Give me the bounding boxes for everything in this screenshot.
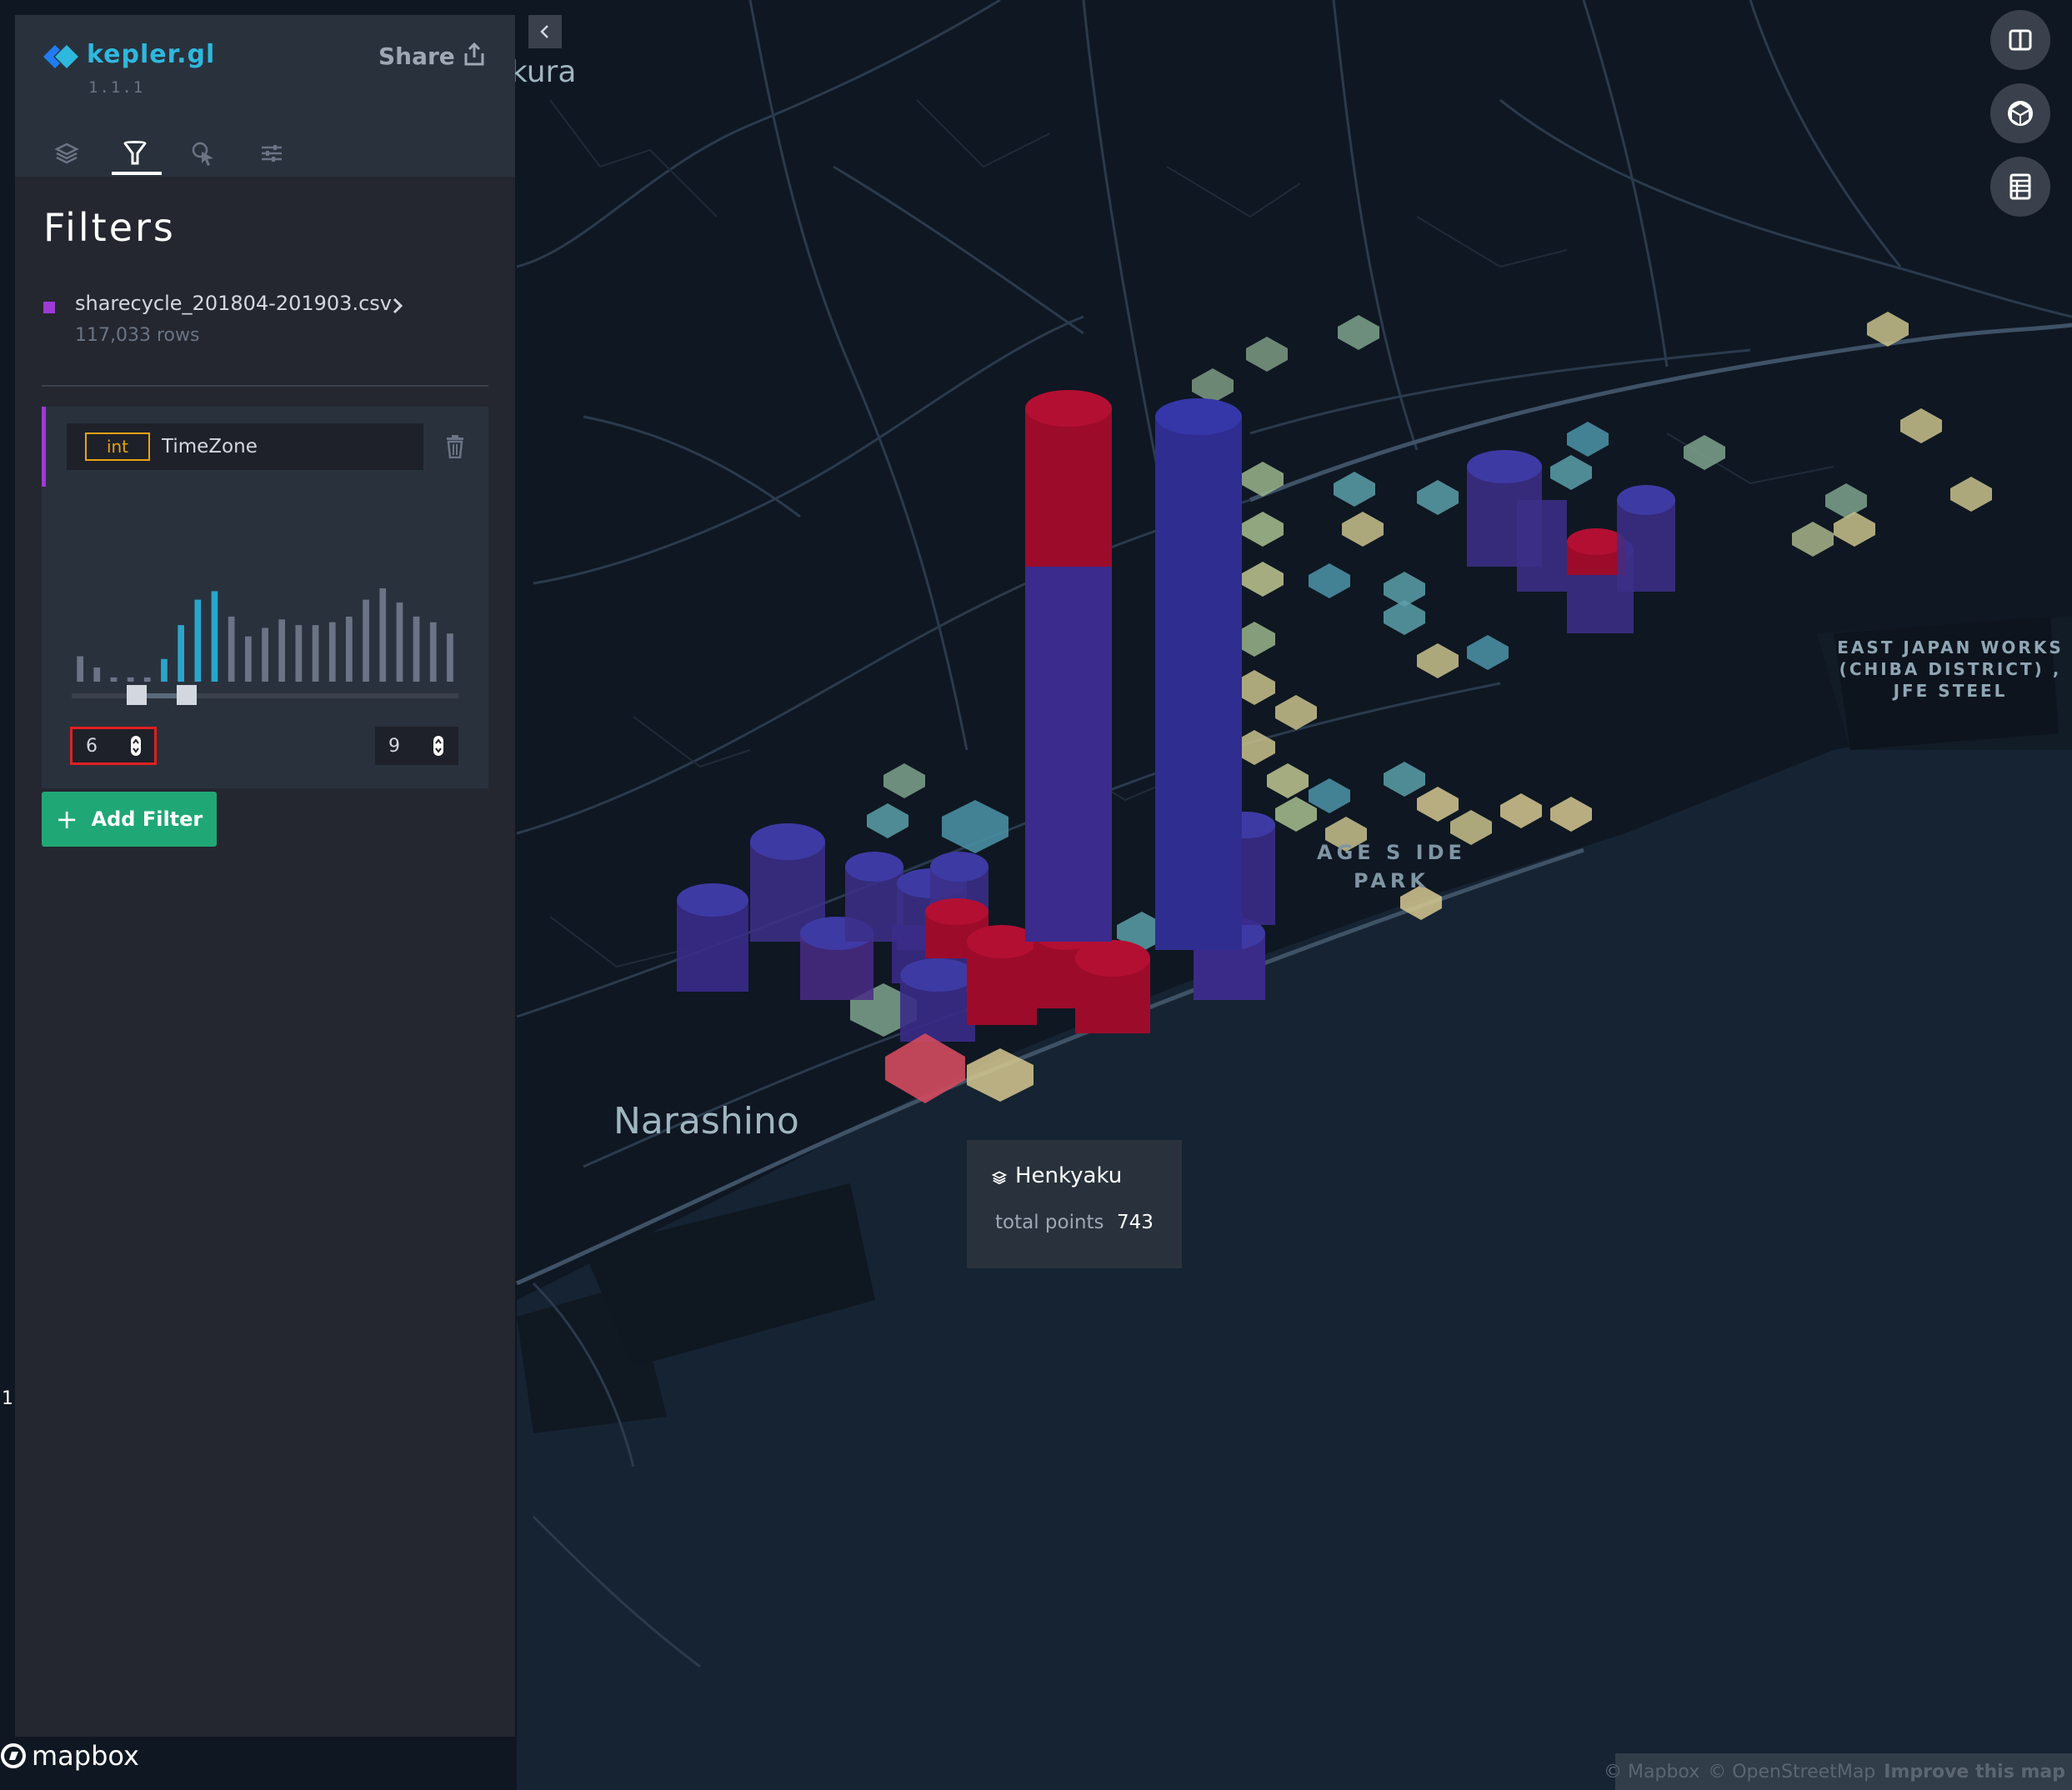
share-label: Share [378, 42, 455, 70]
histogram-bar [93, 668, 101, 682]
map-tooltip: Henkyaku total points 743 [967, 1140, 1182, 1268]
tab-filters[interactable] [112, 130, 158, 177]
collapse-panel-button[interactable] [528, 15, 562, 48]
range-max-value: 9 [388, 735, 400, 757]
trash-icon[interactable] [445, 435, 465, 462]
histogram-bar [363, 599, 369, 682]
dataset-color-swatch [43, 302, 55, 313]
field-type-badge: int [85, 432, 150, 461]
histogram-bar [228, 616, 235, 682]
map-label-jfe-steel: EAST JAPAN WORKS (CHIBA DISTRICT) , JFE … [1837, 638, 2064, 701]
histogram-bar [346, 616, 353, 682]
panel-header: kepler.gl 1.1.1 Share [15, 15, 515, 177]
map-label-park-line1: AGE S IDE [1317, 841, 1466, 864]
histogram-bar [295, 625, 303, 682]
range-handle-min[interactable] [127, 685, 147, 705]
histogram-bar [127, 677, 134, 682]
spinner-icon[interactable] [129, 735, 143, 757]
dataset-row-count: 117,033 rows [75, 325, 200, 346]
attribution-osm[interactable]: © OpenStreetMap [1708, 1762, 1875, 1782]
range-handle-max[interactable] [177, 685, 197, 705]
histogram-bar [245, 636, 252, 682]
attribution-mapbox[interactable]: © Mapbox [1604, 1762, 1699, 1782]
share-icon [462, 42, 487, 70]
map-attribution: © Mapbox © OpenStreetMap Improve this ma… [1604, 1753, 2072, 1790]
split-map-icon [2009, 29, 2032, 51]
legend-button[interactable] [1990, 157, 2050, 217]
attribution-improve-link[interactable]: Improve this map [1884, 1762, 2065, 1782]
map-label-park: AGE S IDE PARK [1317, 838, 1466, 895]
legend-icon [2009, 173, 2031, 200]
app-name: kepler.gl [87, 40, 216, 69]
histogram-bar [178, 625, 184, 682]
histogram-bar [211, 591, 218, 682]
map-label-park-line2: PARK [1353, 869, 1429, 892]
histogram-bar [278, 619, 285, 682]
filter-icon [123, 141, 147, 165]
sliders-icon [262, 145, 282, 162]
tooltip-layer-name: Henkyaku [1015, 1163, 1123, 1188]
share-button[interactable]: Share [378, 42, 487, 70]
stray-label: 1 [2, 1388, 13, 1409]
filter-card: int TimeZone 6 9 [42, 407, 488, 788]
histogram-bar [447, 633, 453, 682]
map-label-narashino: Narashino [613, 1100, 799, 1142]
histogram-bar [143, 677, 151, 682]
add-filter-label: Add Filter [91, 808, 203, 831]
cursor-icon [192, 142, 213, 166]
spinner-icon[interactable] [432, 735, 445, 757]
dataset-name[interactable]: sharecycle_201804-201903.csv [75, 292, 392, 315]
tooltip-metric-value: 743 [1117, 1212, 1154, 1233]
histogram-bar [194, 599, 202, 682]
kepler-logo-icon [43, 43, 80, 73]
app-version: 1.1.1 [88, 78, 145, 97]
tab-map-settings[interactable] [248, 130, 295, 177]
histogram-bar [328, 622, 336, 682]
histogram-bar [262, 628, 268, 682]
filter-field-selector[interactable]: int TimeZone [67, 423, 423, 470]
split-map-button[interactable] [1990, 10, 2050, 70]
range-max-input[interactable]: 9 [375, 727, 458, 765]
mapbox-wordmark: mapbox [32, 1740, 139, 1772]
chevron-right-icon[interactable] [392, 297, 403, 318]
histogram-bar [413, 616, 420, 682]
mapbox-logo[interactable]: mapbox [0, 1740, 139, 1772]
histogram-bar [110, 677, 118, 682]
histogram-bar [379, 588, 387, 682]
add-filter-button[interactable]: + Add Filter [42, 792, 217, 847]
layers-icon [54, 142, 79, 164]
panel-divider [42, 385, 488, 387]
filter-accent-bar [42, 407, 46, 487]
layers-icon [991, 1170, 1008, 1188]
histogram-bar [312, 625, 319, 682]
map-label-kura: kura [510, 55, 577, 89]
field-name: TimeZone [162, 436, 258, 458]
tab-interactions[interactable] [180, 130, 227, 177]
tooltip-metric-label: total points [995, 1212, 1104, 1233]
plus-icon: + [55, 803, 78, 835]
kepler-app: Narashino kura EAST JAPAN WORKS (CHIBA D… [0, 0, 2072, 1790]
panel-title: Filters [43, 205, 176, 250]
chevron-left-icon [540, 25, 548, 38]
histogram-bar [77, 656, 83, 682]
histogram-bar [161, 658, 168, 682]
histogram-bar [396, 602, 403, 682]
filter-histogram [77, 588, 453, 682]
3d-map-button[interactable] [1990, 83, 2050, 143]
3d-cube-icon [2008, 101, 2033, 126]
histogram-bar [429, 622, 437, 682]
range-min-input[interactable]: 6 [70, 727, 157, 765]
side-panel: kepler.gl 1.1.1 Share Filters sharecycle… [15, 15, 515, 1737]
mapbox-icon [1, 1743, 26, 1768]
active-tab-indicator [112, 172, 162, 175]
tab-layers[interactable] [43, 130, 90, 177]
range-min-value: 6 [86, 735, 98, 757]
